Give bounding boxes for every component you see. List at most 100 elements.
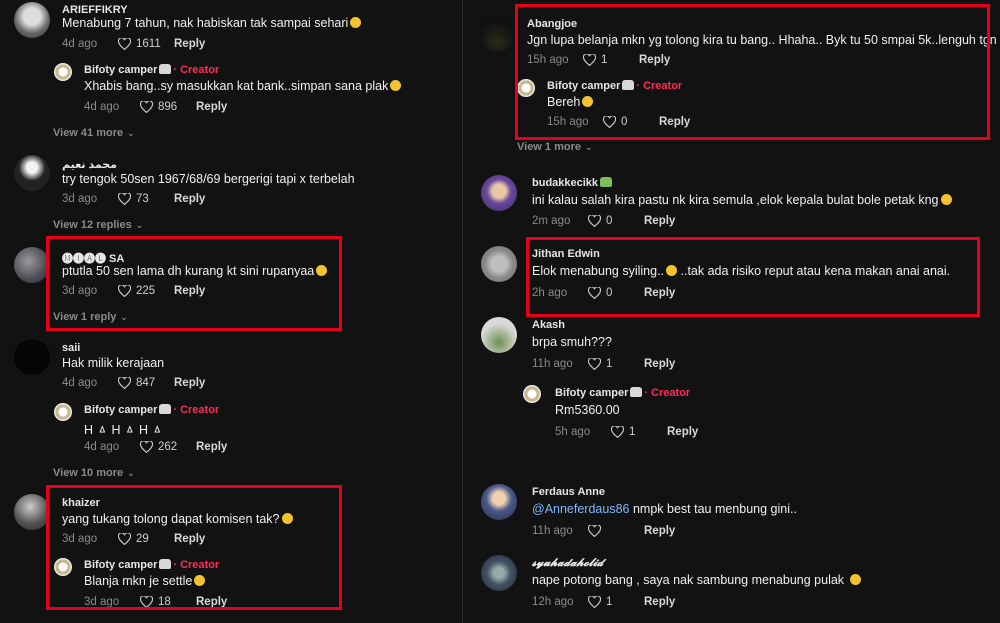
like-button[interactable]: 29 <box>118 533 174 545</box>
username[interactable]: Jithan Edwin <box>532 248 600 260</box>
username[interactable]: saii <box>62 342 80 354</box>
reply-button[interactable]: Reply <box>644 287 675 299</box>
hand-icon <box>159 559 172 569</box>
like-button[interactable] <box>588 525 644 537</box>
reply-button[interactable]: Reply <box>644 358 675 370</box>
comment-text: yang tukang tolong dapat komisen tak? <box>62 512 293 526</box>
username[interactable]: Bifoty camper · Creator <box>555 387 690 399</box>
username[interactable]: Abangjoe <box>527 18 577 30</box>
like-button[interactable]: 18 <box>140 596 196 608</box>
comment-text: Jgn lupa belanja mkn yg tolong kira tu b… <box>527 33 997 47</box>
creator-avatar[interactable] <box>523 385 541 403</box>
comment-text: Rm5360.00 <box>555 403 620 417</box>
reply-button[interactable]: Reply <box>644 525 675 537</box>
avatar[interactable] <box>481 175 517 211</box>
emoji-icon <box>600 177 613 187</box>
comment-text: try tengok 50sen 1967/68/69 bergerigi ta… <box>62 172 355 186</box>
username[interactable]: ARIEFFIKRY <box>62 4 128 16</box>
like-button[interactable]: 1 <box>588 596 644 608</box>
avatar[interactable] <box>481 484 517 520</box>
like-button[interactable]: 225 <box>118 285 174 297</box>
like-button[interactable]: 847 <box>118 377 174 389</box>
like-button[interactable]: 1 <box>588 358 644 370</box>
comment-meta: 3d ago 18 Reply <box>84 596 227 608</box>
avatar[interactable] <box>14 155 50 191</box>
reply-button[interactable]: Reply <box>196 441 227 453</box>
timestamp: 3d ago <box>84 596 120 608</box>
like-button[interactable]: 0 <box>603 116 659 128</box>
avatar[interactable] <box>14 2 50 38</box>
reply-button[interactable]: Reply <box>639 54 670 66</box>
like-button[interactable]: 896 <box>140 101 196 113</box>
timestamp: 3d ago <box>62 285 98 297</box>
like-button[interactable]: 262 <box>140 441 196 453</box>
username[interactable]: Ferdaus Anne <box>532 486 605 498</box>
username[interactable]: محمد نعيم <box>62 158 117 171</box>
comments-column-right: Abangjoe Jgn lupa belanja mkn yg tolong … <box>462 0 1000 623</box>
creator-avatar[interactable] <box>54 63 72 81</box>
like-button[interactable]: 0 <box>588 215 644 227</box>
grinning-emoji-icon <box>316 265 328 276</box>
like-button[interactable]: 73 <box>118 193 174 205</box>
avatar[interactable] <box>481 555 517 591</box>
username[interactable]: Bifoty camper · Creator <box>84 559 219 571</box>
like-count: 896 <box>158 101 178 113</box>
comment-meta: 3d ago 225 Reply <box>62 285 205 297</box>
reply-button[interactable]: Reply <box>659 116 690 128</box>
reply-button[interactable]: Reply <box>196 101 227 113</box>
creator-avatar[interactable] <box>54 558 72 576</box>
hand-icon <box>630 387 643 397</box>
reply-button[interactable]: Reply <box>174 533 205 545</box>
like-button[interactable]: 0 <box>588 287 644 299</box>
reply-button[interactable]: Reply <box>644 215 675 227</box>
sad-emoji-icon <box>849 574 861 585</box>
comment-meta: 2m ago 0 Reply <box>532 215 675 227</box>
username[interactable]: 𝓼𝔂𝓾𝓱𝓪𝓭𝓪𝓱𝓸𝓵𝓲𝓭 <box>532 557 603 570</box>
reply-button[interactable]: Reply <box>644 596 675 608</box>
hand-icon <box>159 404 172 414</box>
username[interactable]: Bifoty camper · Creator <box>84 404 219 416</box>
username[interactable]: khaizer <box>62 497 100 509</box>
view-more-replies[interactable]: View 1 more ⌄ <box>517 141 593 153</box>
like-button[interactable]: 1 <box>611 426 667 438</box>
avatar[interactable] <box>481 246 517 282</box>
chevron-down-icon: ⌄ <box>585 142 593 152</box>
reply-button[interactable]: Reply <box>174 38 205 50</box>
view-more-replies[interactable]: View 1 reply ⌄ <box>53 311 128 323</box>
comment-text: ptutla 50 sen lama dh kurang kt sini rup… <box>62 264 328 278</box>
reply-button[interactable]: Reply <box>174 193 205 205</box>
comment-meta: 4d ago 896 Reply <box>84 101 227 113</box>
view-more-replies[interactable]: View 41 more ⌄ <box>53 127 135 139</box>
username[interactable]: Bifoty camper · Creator <box>84 64 219 76</box>
creator-avatar[interactable] <box>517 79 535 97</box>
reply-button[interactable]: Reply <box>667 426 698 438</box>
avatar[interactable] <box>479 16 515 52</box>
comment-text: Elok menabung syiling.. ..tak ada risiko… <box>532 264 951 278</box>
reply-button[interactable]: Reply <box>196 596 227 608</box>
heart-icon <box>140 441 153 453</box>
view-more-replies[interactable]: View 10 more ⌄ <box>53 467 135 479</box>
avatar[interactable] <box>14 247 50 283</box>
avatar[interactable] <box>14 339 50 375</box>
reply-button[interactable]: Reply <box>174 285 205 297</box>
creator-avatar[interactable] <box>54 403 72 421</box>
like-count: 0 <box>606 215 613 227</box>
avatar[interactable] <box>14 494 50 530</box>
username[interactable]: budakkecikk <box>532 177 613 189</box>
comment-text: nape potong bang , saya nak sambung mena… <box>532 573 861 587</box>
heart-icon <box>118 38 131 50</box>
avatar[interactable] <box>481 317 517 353</box>
like-count: 1611 <box>136 38 161 50</box>
like-count: 1 <box>629 426 636 438</box>
like-button[interactable]: 1611 <box>118 38 174 50</box>
username[interactable]: Bifoty camper · Creator <box>547 80 682 92</box>
reply-button[interactable]: Reply <box>174 377 205 389</box>
username[interactable]: Akash <box>532 319 565 331</box>
like-button[interactable]: 1 <box>583 54 639 66</box>
view-more-replies[interactable]: View 12 replies ⌄ <box>53 219 143 231</box>
heart-icon <box>140 596 153 608</box>
like-count: 73 <box>136 193 149 205</box>
timestamp: 5h ago <box>555 426 591 438</box>
laughing-emoji-icon <box>194 575 206 586</box>
mention-link[interactable]: @Anneferdaus86 <box>532 502 629 516</box>
